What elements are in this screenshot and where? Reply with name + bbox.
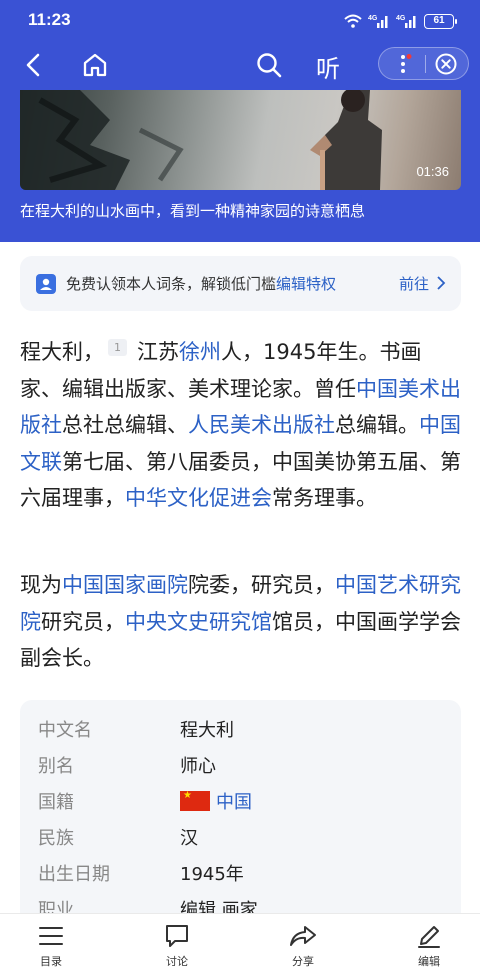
info-row: 中文名 程大利 <box>20 710 461 746</box>
video-thumbnail <box>20 90 382 190</box>
info-label: 别名 <box>38 756 74 777</box>
home-icon <box>83 53 107 77</box>
link-china-national-academy-of-painting[interactable]: 中国国家画院 <box>62 573 188 597</box>
edit-button[interactable]: 编辑 <box>394 922 464 969</box>
basic-info-card: 中文名 程大利 别名 师心 国籍 ★ 中国 民族 汉 出生日期 1945年 职业… <box>20 700 461 930</box>
claim-go-button[interactable]: 前往 <box>399 273 447 294</box>
edit-label: 编辑 <box>418 955 440 968</box>
info-value: 1945年 <box>180 864 244 885</box>
info-row: 别名 师心 <box>20 746 461 782</box>
comment-icon <box>166 925 188 947</box>
back-button[interactable] <box>18 50 48 80</box>
search-icon <box>257 53 282 78</box>
status-time: 11:23 <box>28 10 71 29</box>
close-button[interactable] <box>435 53 457 75</box>
link-peoples-fine-arts-publishing[interactable]: 人民美术出版社 <box>188 413 335 437</box>
menu-list-icon <box>39 927 63 945</box>
chevron-right-icon <box>437 276 446 290</box>
info-value: 师心 <box>180 756 216 777</box>
svg-text:4G: 4G <box>368 15 378 22</box>
catalog-label: 目录 <box>40 955 62 968</box>
claim-entry-banner[interactable]: 免费认领本人词条，解锁低门槛编辑特权 前往 <box>20 256 461 311</box>
discuss-button[interactable]: 讨论 <box>142 922 212 969</box>
bottom-toolbar: 目录 讨论 分享 编辑 <box>0 913 480 980</box>
claim-user-icon <box>36 274 56 294</box>
more-menu-button[interactable] <box>393 54 413 74</box>
video-caption: 在程大利的山水画中，看到一种精神家园的诗意栖息 <box>20 202 366 220</box>
career-paragraph: 现为中国国家画院院委，研究员，中国艺术研究院研究员，中央文史研究馆馆员，中国画学… <box>20 573 461 670</box>
discuss-label: 讨论 <box>166 955 188 968</box>
header-area: 11:23 4G 4G 61 听 01:36 在程大利的山水画中，看到一种精神家… <box>0 0 480 242</box>
claim-edit-privilege-link[interactable]: 编辑特权 <box>276 275 336 293</box>
info-value: 程大利 <box>180 720 234 741</box>
status-bar: 11:23 4G 4G 61 <box>0 0 480 40</box>
reference-marker[interactable]: 1 <box>108 339 127 356</box>
listen-button[interactable]: 听 <box>316 49 340 84</box>
info-row: 民族 汉 <box>20 818 461 854</box>
info-value-nationality[interactable]: ★ 中国 <box>180 788 252 814</box>
video-player[interactable]: 01:36 <box>20 90 461 190</box>
info-row: 出生日期 1945年 <box>20 854 461 890</box>
info-label: 国籍 <box>38 792 74 813</box>
home-button[interactable] <box>80 50 110 80</box>
signal-icon: 4G <box>368 15 388 28</box>
link-xuzhou[interactable]: 徐州 <box>179 340 221 364</box>
link-chinese-culture-promotion-society[interactable]: 中华文化促进会 <box>125 486 272 510</box>
share-label: 分享 <box>292 955 314 968</box>
close-circle-icon <box>435 53 457 75</box>
signal-icon-2: 4G <box>396 15 416 28</box>
mini-program-capsule <box>378 47 469 80</box>
video-duration: 01:36 <box>416 164 449 179</box>
catalog-button[interactable]: 目录 <box>16 922 86 969</box>
china-flag-icon: ★ <box>180 791 210 811</box>
share-button[interactable]: 分享 <box>268 922 338 969</box>
search-button[interactable] <box>254 50 284 80</box>
status-icons: 4G 4G 61 <box>344 12 457 30</box>
info-label: 出生日期 <box>38 864 110 885</box>
battery-indicator: 61 <box>424 13 457 29</box>
info-value: 汉 <box>180 828 198 849</box>
more-dots-icon <box>401 54 412 73</box>
intro-paragraph: 程大利， 1 江苏徐州人，1945年生。书画家、编辑出版家、美术理论家。曾任中国美术… <box>20 339 461 510</box>
share-arrow-icon <box>290 926 316 946</box>
back-arrow-icon <box>26 53 40 77</box>
svg-text:4G: 4G <box>396 15 406 22</box>
wifi-icon <box>344 14 362 28</box>
info-label: 民族 <box>38 828 74 849</box>
capsule-divider <box>425 55 426 73</box>
pencil-icon <box>418 926 440 948</box>
info-row: 国籍 ★ 中国 <box>20 782 461 818</box>
info-label: 中文名 <box>38 720 92 741</box>
claim-text: 免费认领本人词条，解锁低门槛编辑特权 <box>66 275 337 293</box>
link-central-research-institute-of-culture-and-history[interactable]: 中央文史研究馆 <box>125 610 272 634</box>
link-china[interactable]: 中国 <box>216 788 252 814</box>
